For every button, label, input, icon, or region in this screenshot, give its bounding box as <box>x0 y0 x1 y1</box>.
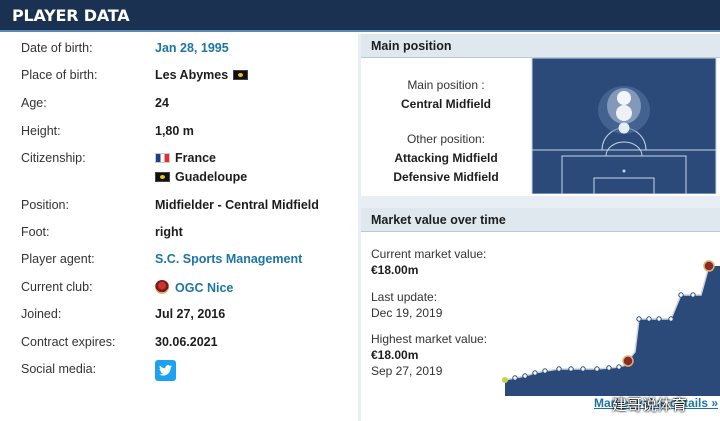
value: right <box>155 225 183 239</box>
label: Contract expires: <box>21 335 116 349</box>
player-info-table: Date of birth: Jan 28, 1995 Place of bir… <box>0 34 358 421</box>
main-position-marker <box>616 105 632 121</box>
chart-point[interactable] <box>556 366 562 372</box>
other-position-value: Defensive Midfield <box>393 170 499 184</box>
value: Midfielder - Central Midfield <box>155 198 319 212</box>
label: Citizenship: <box>21 151 86 165</box>
highest-value-date: Sep 27, 2019 <box>371 364 443 378</box>
other-position-marker <box>618 122 630 134</box>
current-club-link[interactable]: OGC Nice <box>155 280 233 295</box>
chart-point[interactable] <box>646 316 652 322</box>
current-value: €18.00m <box>371 263 419 277</box>
value: France <box>155 151 216 165</box>
chart-point[interactable] <box>636 316 642 322</box>
chart-point[interactable] <box>532 370 538 376</box>
club-crest-marker-icon[interactable] <box>703 260 715 272</box>
panel-title: Main position <box>361 34 720 58</box>
section-title: PLAYER DATA <box>12 6 130 25</box>
pitch-penalty-spot <box>622 169 626 173</box>
twitter-bird-glyph <box>159 365 172 376</box>
chart-point[interactable] <box>594 366 600 372</box>
birth-place-text: Les Abymes <box>155 68 229 82</box>
main-position-label: Main position : <box>407 78 485 92</box>
player-agent-link[interactable]: S.C. Sports Management <box>155 252 302 266</box>
chart-point[interactable] <box>690 292 696 298</box>
label: Foot: <box>21 225 50 239</box>
watermark-text: 建哥说体育 <box>612 396 688 414</box>
market-value-panel: Market value over time Current market va… <box>361 208 720 421</box>
guadeloupe-flag-icon <box>155 172 170 182</box>
citizenship-secondary: Guadeloupe <box>175 170 248 184</box>
value: 1,80 m <box>155 124 194 138</box>
club-crest-marker-icon[interactable] <box>622 355 634 367</box>
main-position-marker <box>617 91 631 105</box>
position-pitch-graphic <box>531 58 717 194</box>
current-value-label: Current market value: <box>371 247 487 261</box>
twitter-icon[interactable] <box>155 360 176 381</box>
chart-point[interactable] <box>568 366 574 372</box>
chart-point[interactable] <box>512 375 518 381</box>
label: Joined: <box>21 307 62 321</box>
player-data-header: PLAYER DATA <box>0 0 720 32</box>
value: Les Abymes <box>155 68 249 82</box>
label: Date of birth: <box>21 41 93 55</box>
label: Player agent: <box>21 252 95 266</box>
other-position-value: Attacking Midfield <box>394 151 498 165</box>
main-position-panel: Main position Main position : Central Mi… <box>361 34 720 196</box>
club-name: OGC Nice <box>175 281 234 295</box>
value: 24 <box>155 96 169 110</box>
label: Place of birth: <box>21 68 98 82</box>
chart-point[interactable] <box>522 373 528 379</box>
panel-title: Market value over time <box>361 208 720 232</box>
market-value-chart <box>502 260 720 396</box>
chart-point[interactable] <box>656 316 662 322</box>
label: Age: <box>21 96 47 110</box>
market-value-area <box>505 266 720 396</box>
other-position-label: Other position: <box>406 132 486 146</box>
chart-point[interactable] <box>616 364 622 370</box>
value: 30.06.2021 <box>155 335 218 349</box>
last-update-value: Dec 19, 2019 <box>371 306 443 320</box>
highest-value: €18.00m <box>371 348 419 362</box>
chart-point[interactable] <box>606 365 612 371</box>
value: Jul 27, 2016 <box>155 307 226 321</box>
label: Position: <box>21 198 69 212</box>
chart-point[interactable] <box>542 368 548 374</box>
club-crest-icon <box>155 280 169 294</box>
label: Current club: <box>21 280 93 294</box>
club-crest-marker-icon[interactable] <box>502 377 508 383</box>
highest-value-label: Highest market value: <box>371 332 488 346</box>
chart-point[interactable] <box>580 366 586 372</box>
birth-date-link[interactable]: Jan 28, 1995 <box>155 41 229 55</box>
citizenship-primary: France <box>175 151 216 165</box>
chart-point[interactable] <box>668 316 674 322</box>
main-position-value: Central Midfield <box>400 97 491 111</box>
label: Height: <box>21 124 61 138</box>
last-update-label: Last update: <box>371 290 438 304</box>
chart-point[interactable] <box>678 292 684 298</box>
france-flag-icon <box>155 153 170 163</box>
value: Guadeloupe <box>155 170 247 184</box>
guadeloupe-flag-icon <box>233 70 249 80</box>
panel-gap <box>361 196 720 208</box>
label: Social media: <box>21 362 97 376</box>
